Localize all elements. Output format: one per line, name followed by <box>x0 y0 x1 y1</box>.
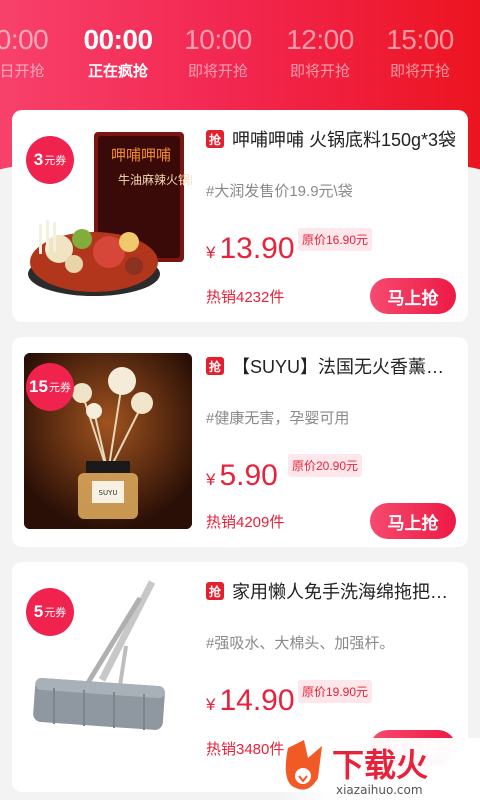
original-price: 原价19.90元 <box>298 680 373 703</box>
time-slot-status: 即将开抢 <box>187 63 248 80</box>
hotpot-pack-name: 牛油麻辣火锅底料 <box>118 172 192 187</box>
bottle-label: SUYU <box>99 489 118 497</box>
product-title-row: 抢 【SUYU】法国无火香薰精油 <box>206 353 458 379</box>
time-slot-time: 12:00 <box>286 24 354 55</box>
coupon-value: 3 <box>33 150 44 169</box>
coupon-unit: 元券 <box>48 382 71 394</box>
time-slot-time: 00:00 <box>83 24 153 55</box>
grab-badge-icon: 抢 <box>206 130 224 148</box>
product-title-row: 抢 家用懒人免手洗海绵拖把一个 <box>206 578 458 604</box>
price-value: 14.90 <box>219 684 295 717</box>
product-card[interactable]: 呷哺呷哺 牛油麻辣火锅底料 3元券 抢 呷哺呷哺 火锅底料150g*3袋 #大润… <box>12 110 468 322</box>
currency-symbol: ¥ <box>206 695 216 714</box>
coupon-value: 15 <box>29 377 48 396</box>
product-title-row: 抢 呷哺呷哺 火锅底料150g*3袋 <box>206 126 458 152</box>
time-slot-status: 即将开抢 <box>389 63 450 80</box>
product-tag: #强吸水、大棉头、加强杆。 <box>206 635 395 652</box>
coupon-badge: 5 元券 <box>26 588 74 636</box>
currency-symbol: ¥ <box>206 243 216 262</box>
time-slot-status: 即将开抢 <box>289 63 350 80</box>
hotpot-pack-brand: 呷哺呷哺 <box>111 146 171 164</box>
product-card[interactable]: SUYU 15 元券 抢 【SUYU】法国无火香薰精油 #健康无害，孕婴可用 ¥5… <box>12 337 468 547</box>
time-slot-status: 日开抢 <box>0 63 45 80</box>
product-price: ¥14.90 <box>206 684 295 718</box>
product-price: ¥5.90 <box>206 459 278 493</box>
time-slot-time: 15:00 <box>386 24 454 55</box>
product-tag: #健康无害，孕婴可用 <box>206 410 350 427</box>
price-value: 5.90 <box>219 459 278 492</box>
time-slot-2[interactable]: 10:00 即将开抢 <box>168 22 268 81</box>
price-value: 13.90 <box>219 232 295 265</box>
product-title[interactable]: 【SUYU】法国无火香薰精油 <box>232 353 458 379</box>
time-slot-4[interactable]: 15:00 即将开抢 <box>370 22 470 81</box>
watermark-text: 下载火 <box>332 746 428 784</box>
buy-now-button[interactable]: 马上抢 <box>370 503 456 539</box>
coupon-unit: 元券 <box>44 607 67 619</box>
time-slot-time: 0:00 <box>0 24 49 55</box>
coupon-value: 5 <box>33 602 44 621</box>
time-slot-1[interactable]: 00:00 正在疯抢 <box>68 22 168 81</box>
product-price: ¥13.90 <box>206 232 295 266</box>
product-title[interactable]: 呷哺呷哺 火锅底料150g*3袋 <box>232 126 456 152</box>
sales-count: 热销4232件 <box>206 289 285 306</box>
coupon-unit: 元券 <box>44 155 67 167</box>
watermark-logo: 下载火 xiazaihuo.com <box>278 738 480 800</box>
grab-badge-icon: 抢 <box>206 582 224 600</box>
coupon-badge: 15 元券 <box>26 363 74 411</box>
buy-now-button[interactable]: 马上抢 <box>370 278 456 314</box>
original-price: 原价20.90元 <box>288 454 363 477</box>
time-slot-bar: 0:00 日开抢 00:00 正在疯抢 10:00 即将开抢 12:00 即将开… <box>0 22 480 92</box>
time-slot-status: 正在疯抢 <box>87 63 148 80</box>
original-price: 原价16.90元 <box>298 228 373 251</box>
time-slot-time: 10:00 <box>184 24 252 55</box>
sales-count: 热销4209件 <box>206 514 285 531</box>
watermark-domain: xiazaihuo.com <box>336 783 423 797</box>
currency-symbol: ¥ <box>206 470 216 489</box>
sales-count: 热销3480件 <box>206 741 285 758</box>
product-tag: #大润发售价19.9元\袋 <box>206 183 353 200</box>
time-slot-0[interactable]: 0:00 日开抢 <box>0 22 72 81</box>
time-slot-3[interactable]: 12:00 即将开抢 <box>270 22 370 81</box>
grab-badge-icon: 抢 <box>206 357 224 375</box>
coupon-badge: 3 元券 <box>26 136 74 184</box>
product-title[interactable]: 家用懒人免手洗海绵拖把一个 <box>232 578 458 604</box>
